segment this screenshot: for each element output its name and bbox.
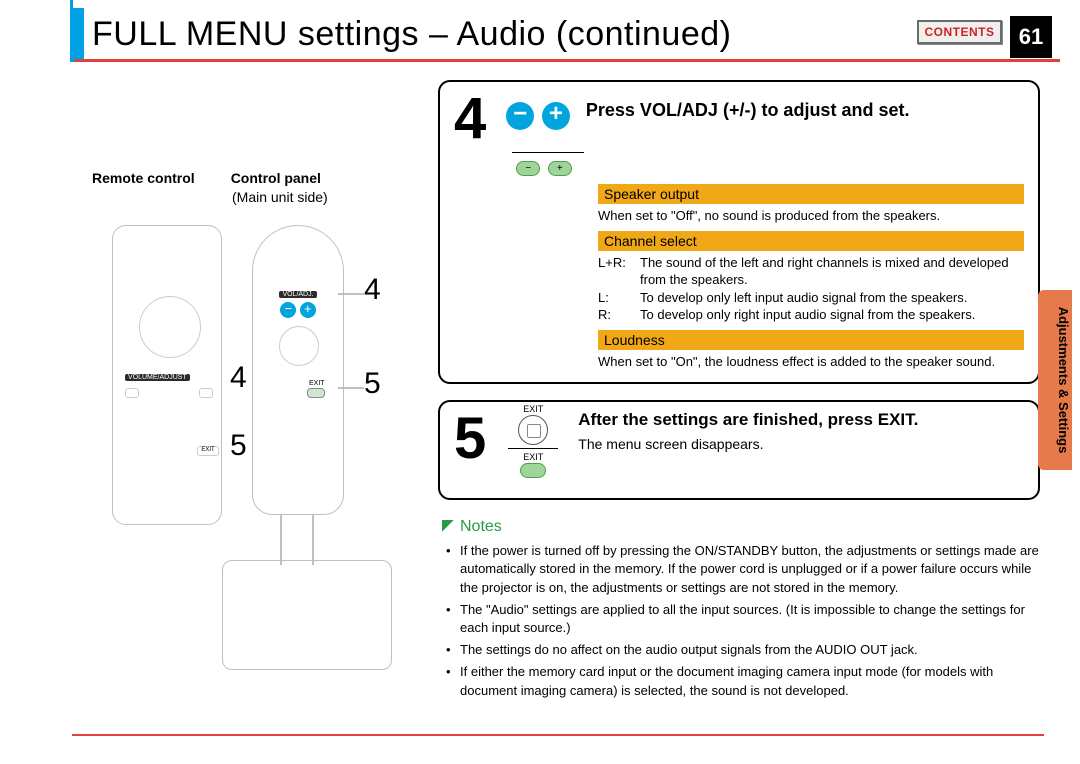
notes-list: If the power is turned off by pressing t…: [442, 542, 1040, 700]
control-panel-sublabel: (Main unit side): [232, 189, 432, 205]
callout-5-remote: 5: [230, 429, 247, 463]
note-item: If the power is turned off by pressing t…: [446, 542, 1040, 597]
step-5-box: 5 EXIT EXIT After the settings are finis…: [438, 400, 1040, 500]
projector-outline: [222, 560, 392, 670]
exit-top-label: EXIT: [494, 404, 572, 414]
volume-adjust-tag: VOLUME/ADJUST: [125, 374, 190, 381]
step-5-sub: The menu screen disappears.: [578, 436, 918, 452]
callout-5-panel: 5: [364, 367, 381, 401]
plus-icon: +: [542, 102, 570, 130]
exit-figure: EXIT EXIT: [494, 404, 572, 480]
note-item: The settings do no affect on the audio o…: [446, 641, 1040, 659]
panel-outline: VOL/ADJ. − + EXIT: [252, 225, 344, 515]
contents-button[interactable]: CONTENTS: [917, 20, 1002, 44]
channel-select-table: L+R:The sound of the left and right chan…: [598, 254, 1024, 324]
exit-pill-icon: [520, 463, 546, 478]
remote-control-label: Remote control: [92, 170, 195, 186]
footer-rule: [72, 734, 1044, 736]
step-5-number: 5: [454, 410, 486, 468]
callout-4-panel: 4: [364, 273, 381, 307]
page: FULL MENU settings – Audio (continued) C…: [30, 0, 1080, 764]
header-rule: [74, 59, 1060, 62]
callout-4-remote: 4: [230, 361, 247, 395]
note-item: If either the memory card input or the d…: [446, 663, 1040, 699]
speaker-output-desc: When set to "Off", no sound is produced …: [598, 207, 1024, 225]
note-item: The "Audio" settings are applied to all …: [446, 601, 1040, 637]
section-tab[interactable]: Adjustments & Settings: [1038, 290, 1072, 470]
exit-key-remote: EXIT: [197, 446, 219, 456]
step-4-number: 4: [454, 90, 486, 148]
header-accent: [70, 8, 84, 62]
device-figure: VOLUME/ADJUST EXIT VOL/ADJ. − + EXIT: [112, 215, 352, 715]
exit-circle-icon: [518, 415, 548, 445]
minus-icon: −: [506, 102, 534, 130]
pill-minus: −: [516, 161, 540, 176]
section-tab-label: Adjustments & Settings: [1038, 290, 1072, 470]
voladj-tag: VOL/ADJ.: [279, 291, 316, 298]
content-column: 4 − + Press VOL/ADJ (+/-) to adjust and …: [438, 80, 1040, 704]
loudness-desc: When set to "On", the loudness effect is…: [598, 353, 1024, 371]
notes-block: Notes If the power is turned off by pres…: [442, 518, 1040, 700]
step-5-title: After the settings are finished, press E…: [578, 410, 918, 430]
page-number: 61: [1010, 16, 1052, 58]
page-header: FULL MENU settings – Audio (continued) C…: [70, 8, 1060, 62]
speaker-output-heading: Speaker output: [598, 184, 1024, 204]
page-title: FULL MENU settings – Audio (continued): [92, 15, 731, 54]
notes-heading: Notes: [442, 518, 1040, 536]
step-4-title: Press VOL/ADJ (+/-) to adjust and set.: [586, 90, 910, 121]
exit-bottom-label: EXIT: [494, 452, 572, 462]
channel-select-heading: Channel select: [598, 231, 1024, 251]
control-panel-label: Control panel: [231, 170, 321, 186]
exit-key-panel: EXIT: [309, 380, 325, 387]
loudness-heading: Loudness: [598, 330, 1024, 350]
figure-column: Remote control Control panel (Main unit …: [92, 170, 432, 715]
remote-outline: VOLUME/ADJUST EXIT: [112, 225, 222, 525]
step-4-box: 4 − + Press VOL/ADJ (+/-) to adjust and …: [438, 80, 1040, 384]
pill-plus: +: [548, 161, 572, 176]
